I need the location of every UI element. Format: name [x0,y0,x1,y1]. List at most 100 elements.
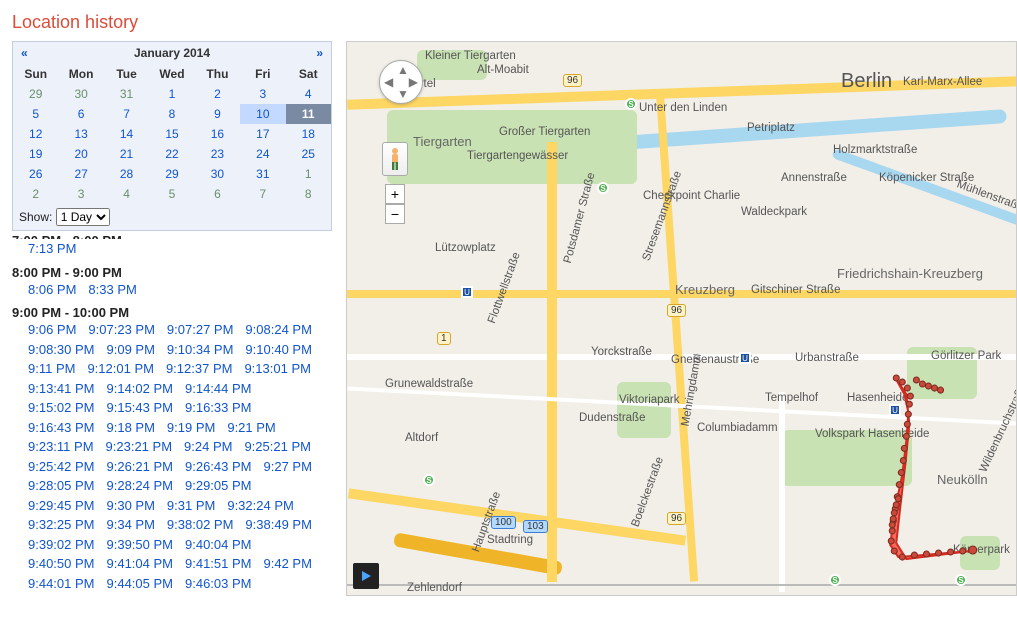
calendar-day[interactable]: 3 [58,184,103,204]
calendar-day[interactable]: 26 [13,164,58,184]
timeline-timestamp[interactable]: 9:13:01 PM [244,359,311,379]
timeline-timestamp[interactable]: 9:07:27 PM [167,320,234,340]
timeline-timestamp[interactable]: 9:16:43 PM [28,418,95,438]
play-button[interactable] [353,563,379,589]
map[interactable]: Berlin Kleiner Tiergarten Alt-Moabit vie… [347,42,1016,595]
timeline-timestamp[interactable]: 9:19 PM [167,418,215,438]
calendar-day[interactable]: 19 [13,144,58,164]
timeline-timestamp[interactable]: 8:33 PM [88,280,136,300]
timeline-timestamp[interactable]: 9:12:37 PM [166,359,233,379]
timeline-timestamp[interactable]: 9:40:50 PM [28,554,95,574]
timeline-timestamp[interactable]: 9:11 PM [28,359,75,379]
calendar-day[interactable]: 28 [104,164,149,184]
calendar-day[interactable]: 8 [286,184,331,204]
calendar-day[interactable]: 8 [149,104,194,124]
calendar-next-button[interactable]: » [316,46,323,60]
timeline-timestamp[interactable]: 9:44:05 PM [107,574,174,592]
timeline-timestamp[interactable]: 9:32:24 PM [227,496,294,516]
timeline-timestamp[interactable]: 9:07:23 PM [88,320,155,340]
timeline-timestamp[interactable]: 7:13 PM [28,239,76,259]
calendar-day[interactable]: 6 [195,184,240,204]
timeline-timestamp[interactable]: 9:26:43 PM [185,457,252,477]
timeline-timestamp[interactable]: 9:41:04 PM [107,554,174,574]
timeline-timestamp[interactable]: 9:13:41 PM [28,379,95,399]
calendar-day[interactable]: 5 [13,104,58,124]
timeline-timestamp[interactable]: 9:28:24 PM [107,476,174,496]
calendar-day[interactable]: 30 [58,84,103,104]
calendar-day[interactable]: 5 [149,184,194,204]
zoom-in-button[interactable]: + [385,184,405,204]
timeline-timestamp[interactable]: 9:16:33 PM [185,398,252,418]
timeline-timestamp[interactable]: 9:12:01 PM [87,359,154,379]
pan-west-icon[interactable]: ◀ [384,75,393,89]
calendar-day[interactable]: 1 [286,164,331,184]
timeline-timestamp[interactable]: 9:40:04 PM [185,535,252,555]
timeline-timestamp[interactable]: 9:15:02 PM [28,398,95,418]
calendar-day[interactable]: 1 [149,84,194,104]
timeline-timestamp[interactable]: 9:15:43 PM [107,398,174,418]
calendar-day[interactable]: 15 [149,124,194,144]
timeline-timestamp[interactable]: 9:10:40 PM [245,340,312,360]
timeline-timestamp[interactable]: 9:38:02 PM [167,515,234,535]
calendar-day[interactable]: 4 [286,84,331,104]
timeline-timestamp[interactable]: 9:14:44 PM [185,379,252,399]
timeline-timestamp[interactable]: 9:06 PM [28,320,76,340]
calendar-day[interactable]: 9 [195,104,240,124]
calendar-day[interactable]: 4 [104,184,149,204]
calendar-day[interactable]: 22 [149,144,194,164]
timeline-timestamp[interactable]: 9:25:42 PM [28,457,95,477]
calendar-day[interactable]: 10 [240,104,285,124]
timeline-timestamp[interactable]: 9:23:11 PM [28,437,94,457]
timeline-timestamp[interactable]: 9:25:21 PM [244,437,311,457]
timeline-timestamp[interactable]: 9:14:02 PM [107,379,174,399]
calendar-day[interactable]: 23 [195,144,240,164]
timeline-timestamp[interactable]: 9:18 PM [107,418,155,438]
timeline-timestamp[interactable]: 9:32:25 PM [28,515,95,535]
street-view-pegman[interactable] [382,142,408,176]
pan-north-icon[interactable]: ▲ [397,63,409,77]
calendar-day[interactable]: 27 [58,164,103,184]
calendar-day[interactable]: 30 [195,164,240,184]
timeline-timestamp[interactable]: 9:08:24 PM [245,320,312,340]
map-pan-control[interactable]: ▲ ▼ ▶ ◀ [379,60,423,104]
calendar-day[interactable]: 2 [13,184,58,204]
timeline-timestamp[interactable]: 9:24 PM [184,437,232,457]
timeline-timestamp[interactable]: 9:10:34 PM [167,340,234,360]
calendar-day[interactable]: 20 [58,144,103,164]
calendar-day[interactable]: 14 [104,124,149,144]
timeline-timestamp[interactable]: 9:34 PM [107,515,155,535]
timeline-timestamp[interactable]: 9:23:21 PM [106,437,173,457]
timeline-timestamp[interactable]: 9:09 PM [107,340,155,360]
calendar-day[interactable]: 12 [13,124,58,144]
show-select[interactable]: 1 Day [56,208,110,226]
calendar-day[interactable]: 16 [195,124,240,144]
timeline-timestamp[interactable]: 9:41:51 PM [185,554,252,574]
calendar-day[interactable]: 24 [240,144,285,164]
calendar-day[interactable]: 7 [240,184,285,204]
timeline-timestamp[interactable]: 8:06 PM [28,280,76,300]
calendar-day[interactable]: 6 [58,104,103,124]
calendar-day[interactable]: 18 [286,124,331,144]
calendar-day[interactable]: 31 [104,84,149,104]
calendar-day[interactable]: 3 [240,84,285,104]
timeline-timestamp[interactable]: 9:21 PM [227,418,275,438]
timeline-timestamp[interactable]: 9:26:21 PM [107,457,174,477]
calendar-prev-button[interactable]: « [21,46,28,60]
timeline-timestamp[interactable]: 9:27 PM [264,457,312,477]
calendar-day[interactable]: 31 [240,164,285,184]
calendar-day[interactable]: 2 [195,84,240,104]
timeline-timestamp[interactable]: 9:08:30 PM [28,340,95,360]
timeline-timestamp[interactable]: 9:29:45 PM [28,496,95,516]
calendar-day[interactable]: 29 [149,164,194,184]
timeline-timestamp[interactable]: 9:39:50 PM [107,535,174,555]
calendar-day[interactable]: 25 [286,144,331,164]
pan-east-icon[interactable]: ▶ [409,75,418,89]
calendar-day[interactable]: 7 [104,104,149,124]
calendar-day[interactable]: 17 [240,124,285,144]
calendar-day[interactable]: 13 [58,124,103,144]
timeline-timestamp[interactable]: 9:30 PM [107,496,155,516]
zoom-out-button[interactable]: − [385,204,405,224]
timeline-timestamp[interactable]: 9:42 PM [264,554,312,574]
timeline-timestamp[interactable]: 9:44:01 PM [28,574,95,592]
timeline-timestamp[interactable]: 9:46:03 PM [185,574,252,592]
